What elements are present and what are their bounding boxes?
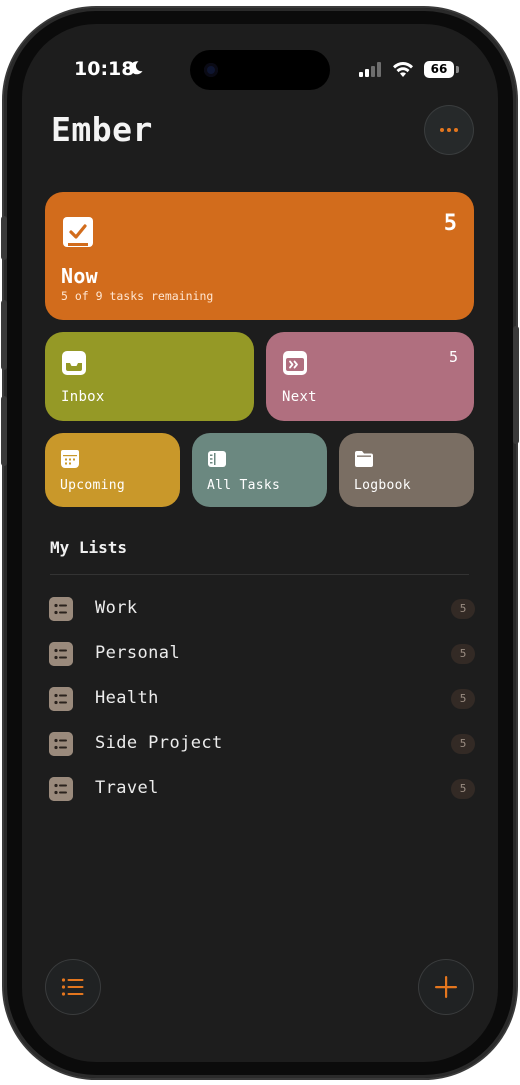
- calendar-icon: [61, 450, 79, 468]
- battery-indicator: 66: [424, 61, 454, 78]
- list-icon: [61, 978, 84, 996]
- folder-icon: [355, 451, 373, 467]
- upcoming-card[interactable]: Upcoming: [45, 433, 180, 507]
- signal-icon: [359, 62, 381, 77]
- next-card[interactable]: 5 Next: [266, 332, 474, 421]
- list-bullet-icon: [49, 597, 73, 621]
- more-button[interactable]: [425, 106, 473, 154]
- all-tasks-label: All Tasks: [207, 478, 281, 493]
- battery-tip: [456, 66, 459, 73]
- list-bullet-icon: [49, 777, 73, 801]
- now-subtitle: 5 of 9 tasks remaining: [61, 289, 214, 303]
- list-item-label: Health: [95, 688, 159, 708]
- logbook-label: Logbook: [354, 478, 411, 493]
- list-item-label: Travel: [95, 778, 159, 798]
- list-item-label: Side Project: [95, 733, 223, 753]
- next-count: 5: [448, 348, 458, 366]
- plus-icon: [435, 976, 457, 998]
- inbox-card[interactable]: Inbox: [45, 332, 254, 421]
- now-card[interactable]: 5 Now 5 of 9 tasks remaining: [45, 192, 474, 320]
- power-button: [513, 326, 519, 444]
- action-button: [1, 216, 7, 260]
- app-title: Ember: [51, 110, 153, 149]
- list-item-count: 5: [451, 734, 475, 754]
- ellipsis-icon: [440, 128, 444, 132]
- all-tasks-card[interactable]: All Tasks: [192, 433, 327, 507]
- next-label: Next: [282, 389, 317, 405]
- inbox-label: Inbox: [61, 389, 105, 405]
- all-tasks-icon: [208, 451, 226, 467]
- list-item-personal[interactable]: Personal 5: [49, 639, 475, 671]
- app-screen: 10:18 66 Ember 5 Now 5 of 9 tasks remain…: [22, 24, 498, 1062]
- list-item-travel[interactable]: Travel 5: [49, 774, 475, 806]
- list-item-work[interactable]: Work 5: [49, 594, 475, 626]
- status-time: 10:18: [74, 58, 135, 80]
- list-item-count: 5: [451, 689, 475, 709]
- wifi-icon: [393, 61, 413, 77]
- list-item-count: 5: [451, 599, 475, 619]
- list-bullet-icon: [49, 732, 73, 756]
- divider: [50, 574, 469, 575]
- list-item-health[interactable]: Health 5: [49, 684, 475, 716]
- dynamic-island: [190, 50, 330, 90]
- ellipsis-icon-dot: [454, 128, 458, 132]
- list-item-side-project[interactable]: Side Project 5: [49, 729, 475, 761]
- list-item-count: 5: [451, 779, 475, 799]
- now-count: 5: [443, 211, 457, 236]
- volume-down-button: [1, 396, 7, 466]
- upcoming-label: Upcoming: [60, 478, 126, 493]
- logbook-card[interactable]: Logbook: [339, 433, 474, 507]
- list-bullet-icon: [49, 642, 73, 666]
- camera-icon: [204, 63, 218, 77]
- list-item-label: Work: [95, 598, 138, 618]
- checkbox-icon: [63, 217, 93, 247]
- my-lists-heading: My Lists: [50, 538, 128, 557]
- add-button[interactable]: [419, 960, 473, 1014]
- lists-button[interactable]: [46, 960, 100, 1014]
- now-label: Now: [61, 264, 99, 288]
- inbox-icon: [62, 351, 86, 375]
- list-bullet-icon: [49, 687, 73, 711]
- list-item-count: 5: [451, 644, 475, 664]
- next-icon: [283, 351, 307, 375]
- list-item-label: Personal: [95, 643, 181, 663]
- moon-icon: [130, 61, 143, 75]
- ellipsis-icon-dot: [447, 128, 451, 132]
- volume-up-button: [1, 300, 7, 370]
